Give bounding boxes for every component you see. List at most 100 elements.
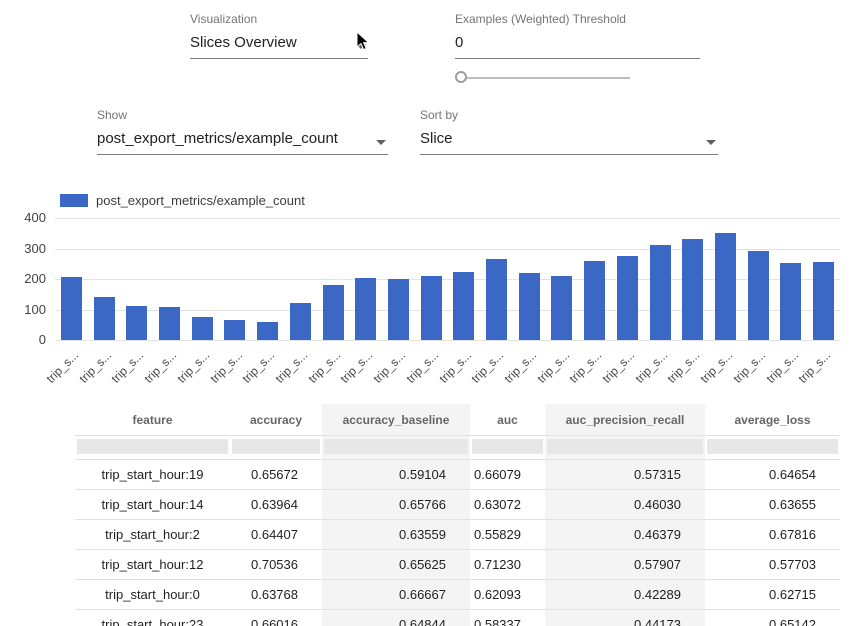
x-axis-label: trip_s... [207, 348, 245, 386]
table-cell: 0.42289 [545, 580, 705, 610]
table-row[interactable]: trip_start_hour:140.639640.657660.630720… [75, 490, 840, 520]
table-cell: 0.63964 [230, 490, 322, 520]
y-axis-label: 300 [0, 241, 46, 256]
table-cell: 0.58337 [470, 610, 545, 626]
table-cell: 0.66667 [322, 580, 470, 610]
metrics-table: featureaccuracyaccuracy_baselineaucauc_p… [75, 404, 840, 626]
table-cell: 0.65625 [322, 550, 470, 580]
bar[interactable] [748, 251, 769, 340]
bar[interactable] [61, 277, 82, 340]
bar[interactable] [257, 322, 278, 340]
table-cell: 0.63559 [322, 520, 470, 550]
bar[interactable] [224, 320, 245, 340]
column-header-auc_precision_recall[interactable]: auc_precision_recall [545, 404, 705, 436]
bar[interactable] [813, 262, 834, 340]
bar[interactable] [126, 306, 147, 340]
column-header-auc[interactable]: auc [470, 404, 545, 436]
table-cell: 0.66079 [470, 460, 545, 490]
table-cell: 0.65142 [705, 610, 840, 626]
column-filter[interactable] [547, 439, 703, 454]
table-header-row: featureaccuracyaccuracy_baselineaucauc_p… [75, 404, 840, 436]
bar[interactable] [323, 285, 344, 340]
table-cell: 0.57703 [705, 550, 840, 580]
slider-handle[interactable] [455, 71, 467, 83]
column-header-feature[interactable]: feature [75, 404, 230, 436]
table-cell [470, 436, 545, 460]
x-axis-label: trip_s... [501, 348, 539, 386]
table-cell: 0.64844 [322, 610, 470, 626]
x-axis-label: trip_s... [403, 348, 441, 386]
table-cell: 0.67816 [705, 520, 840, 550]
bar[interactable] [584, 261, 605, 340]
show-label: Show [97, 108, 388, 122]
bar[interactable] [780, 263, 801, 340]
column-header-accuracy_baseline[interactable]: accuracy_baseline [322, 404, 470, 436]
bar[interactable] [486, 259, 507, 340]
sort-by-label: Sort by [420, 108, 718, 122]
table-cell: 0.63768 [230, 580, 322, 610]
column-header-accuracy[interactable]: accuracy [230, 404, 322, 436]
table-cell: 0.46379 [545, 520, 705, 550]
table-cell: 0.46030 [545, 490, 705, 520]
table-row[interactable]: trip_start_hour:20.644070.635590.558290.… [75, 520, 840, 550]
table-cell: 0.65672 [230, 460, 322, 490]
table-row[interactable]: trip_start_hour:190.656720.591040.660790… [75, 460, 840, 490]
table-cell [322, 436, 470, 460]
x-axis-label: trip_s... [665, 348, 703, 386]
bar[interactable] [388, 279, 409, 340]
x-axis-label: trip_s... [371, 348, 409, 386]
table-cell: trip_start_hour:14 [75, 490, 230, 520]
table-row[interactable]: trip_start_hour:230.660160.648440.583370… [75, 610, 840, 626]
gridline [55, 340, 840, 341]
column-header-average_loss[interactable]: average_loss [705, 404, 840, 436]
table-row[interactable]: trip_start_hour:120.705360.656250.712300… [75, 550, 840, 580]
bar[interactable] [617, 256, 638, 340]
sort-by-select[interactable]: Slice [420, 130, 718, 155]
visualization-control: Visualization Slices Overview [190, 12, 368, 59]
tfma-slicing-metrics-page: Visualization Slices Overview Examples (… [0, 0, 863, 626]
visualization-select[interactable]: Slices Overview [190, 34, 368, 59]
chevron-down-icon [376, 140, 386, 145]
table-row[interactable]: trip_start_hour:00.637680.666670.620930.… [75, 580, 840, 610]
table-cell: 0.55829 [470, 520, 545, 550]
threshold-slider[interactable] [457, 70, 630, 86]
table-cell: trip_start_hour:12 [75, 550, 230, 580]
x-axis-label: trip_s... [240, 348, 278, 386]
y-axis-label: 400 [0, 210, 46, 225]
x-axis-label: trip_s... [142, 348, 180, 386]
table-cell [230, 436, 322, 460]
x-axis-label: trip_s... [763, 348, 801, 386]
table-cell: trip_start_hour:0 [75, 580, 230, 610]
show-select[interactable]: post_export_metrics/example_count [97, 130, 388, 155]
column-filter[interactable] [232, 439, 320, 454]
legend-swatch [60, 194, 88, 207]
bar[interactable] [715, 233, 736, 340]
table-cell: trip_start_hour:2 [75, 520, 230, 550]
column-filter[interactable] [707, 439, 838, 454]
column-filter[interactable] [324, 439, 468, 454]
threshold-input[interactable]: 0 [455, 34, 700, 59]
bar[interactable] [192, 317, 213, 340]
column-filter[interactable] [472, 439, 543, 454]
bar[interactable] [551, 276, 572, 340]
show-control: Show post_export_metrics/example_count [97, 108, 388, 155]
x-axis-label: trip_s... [174, 348, 212, 386]
bar[interactable] [650, 245, 671, 340]
bar[interactable] [290, 303, 311, 340]
bar[interactable] [94, 297, 115, 340]
x-axis-label: trip_s... [305, 348, 343, 386]
x-axis-label: trip_s... [698, 348, 736, 386]
table-cell [545, 436, 705, 460]
table-cell: 0.57907 [545, 550, 705, 580]
column-filter[interactable] [77, 439, 228, 454]
bar[interactable] [355, 278, 376, 340]
bar[interactable] [453, 272, 474, 340]
bar[interactable] [159, 307, 180, 340]
x-axis-label: trip_s... [632, 348, 670, 386]
metrics-table-container: featureaccuracyaccuracy_baselineaucauc_p… [75, 404, 840, 626]
bar[interactable] [682, 239, 703, 340]
table-cell [75, 436, 230, 460]
bar[interactable] [519, 273, 540, 340]
bar[interactable] [421, 276, 442, 340]
x-axis-label: trip_s... [44, 348, 82, 386]
